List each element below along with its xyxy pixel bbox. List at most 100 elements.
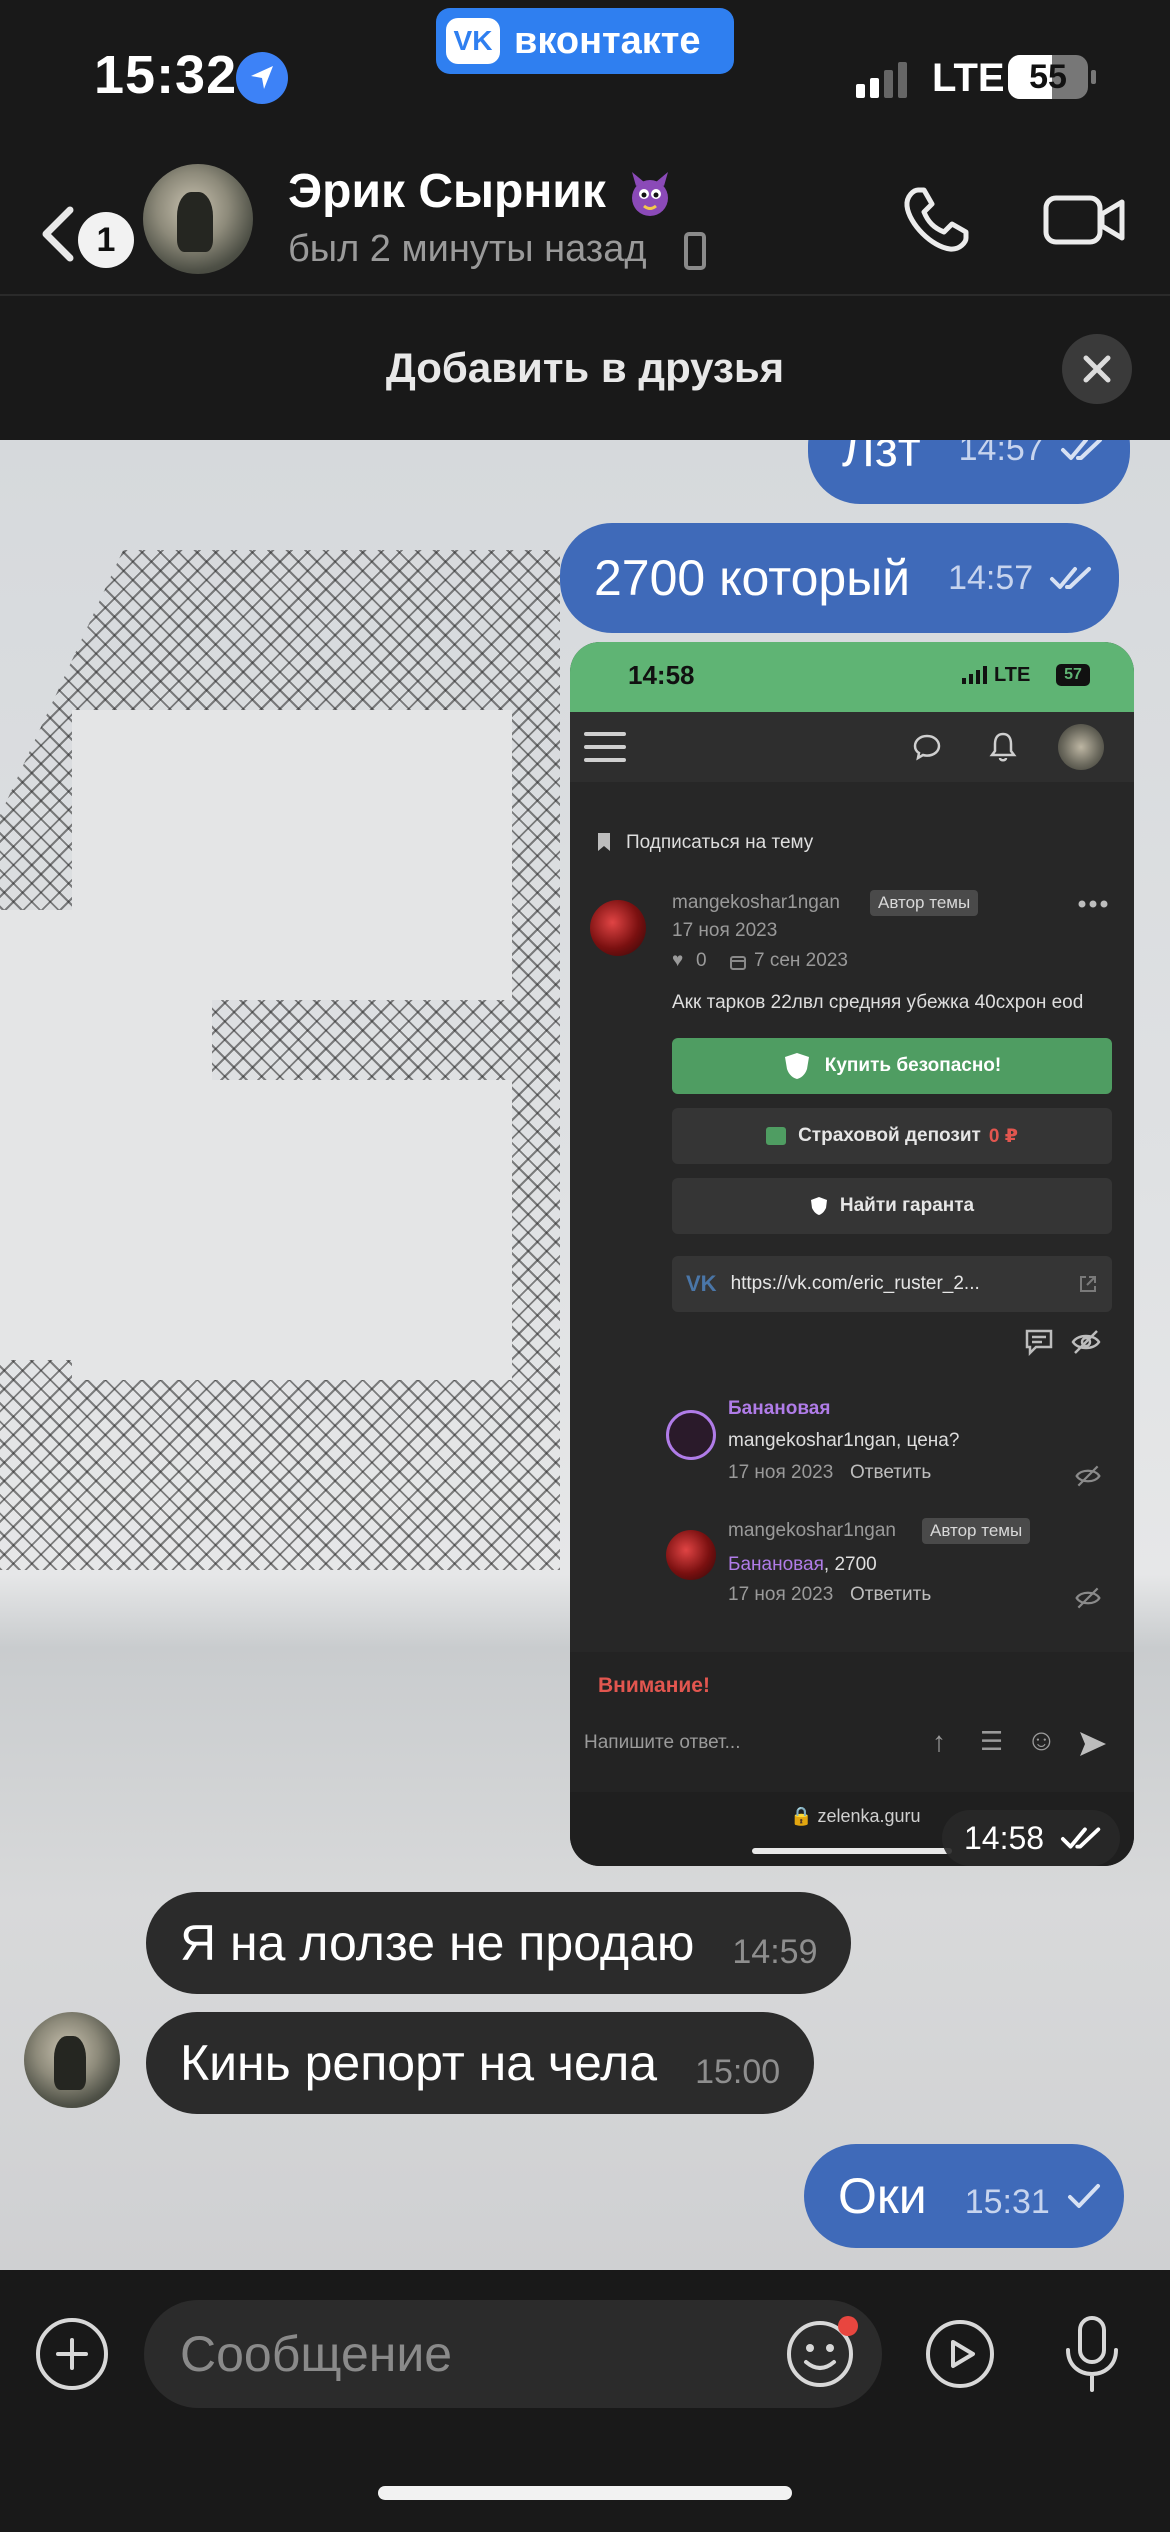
banner-close-button[interactable]	[1062, 334, 1132, 404]
call-icon	[904, 187, 969, 252]
close-icon	[1083, 355, 1111, 383]
message-time: 14:57	[948, 558, 1034, 597]
comment-text: Банановая, 2700	[728, 1554, 877, 1576]
forum-user-avatar	[1058, 724, 1104, 770]
lock-icon: 🔒	[790, 1806, 813, 1826]
message-bubble-in[interactable]: Кинь репорт на чела 15:00	[146, 2012, 815, 2114]
wallpaper-panel	[212, 1220, 512, 1380]
location-arrow-icon	[236, 52, 288, 104]
shield-icon	[784, 1053, 809, 1079]
vk-link-text: https://vk.com/eric_ruster_2...	[730, 1273, 980, 1294]
message-bubble-in[interactable]: Я на лолзе не продаю 14:59	[146, 1892, 852, 1994]
call-button[interactable]	[896, 180, 976, 260]
chat-header: 1 Эрик Сырник был 2 минуты назад	[0, 150, 1170, 296]
comment-date: 17 ноя 2023	[728, 1462, 834, 1483]
list-icon: ☰	[980, 1726, 1004, 1756]
message-time: 14:57	[958, 440, 1044, 468]
hide-icon	[1075, 1587, 1101, 1609]
video-call-button[interactable]	[1040, 180, 1130, 260]
attach-button[interactable]	[36, 2318, 108, 2390]
microphone-button[interactable]	[1056, 2312, 1128, 2396]
deposit-label: Страховой депозит	[798, 1125, 981, 1146]
deposit-value: 0 ₽	[988, 1125, 1018, 1147]
author-avatar	[590, 900, 646, 956]
sender-avatar[interactable]	[24, 2012, 120, 2108]
warning-text: Внимание!	[598, 1674, 710, 1697]
comment-reply: Ответить	[850, 1462, 932, 1483]
calendar-icon	[730, 956, 746, 970]
bookmark-icon	[598, 833, 610, 851]
signal-icon	[856, 62, 907, 98]
reply-placeholder: Напишите ответ...	[584, 1732, 741, 1753]
comment-author: mangekoshar1ngan	[728, 1520, 896, 1541]
unread-badge: 1	[78, 212, 134, 268]
edit-date: 7 сен 2023	[754, 950, 848, 971]
chat-area[interactable]: Лзт 14:57 2700 который 14:57 14:58 LTE 5…	[0, 440, 1170, 2270]
home-indicator	[752, 1848, 952, 1854]
domain-text: 🔒 zelenka.guru	[790, 1806, 921, 1827]
video-icon	[1043, 195, 1125, 245]
upload-icon: ↑	[932, 1726, 946, 1757]
app-pill[interactable]: VK вконтакте	[436, 8, 734, 74]
message-input[interactable]	[144, 2300, 882, 2408]
sent-check-icon	[1067, 2184, 1100, 2208]
deposit-icon	[766, 1127, 787, 1145]
comment-reply: Ответить	[850, 1584, 932, 1605]
forum-thread: Подписаться на тему mangekoshar1ngan Авт…	[570, 782, 1134, 1792]
shield-icon	[810, 1197, 827, 1215]
avatar[interactable]	[143, 164, 253, 274]
comment-body: , 2700	[823, 1554, 877, 1575]
domain-label: zelenka.guru	[817, 1806, 921, 1826]
message-text: 2700 который	[594, 550, 911, 606]
author-tag: Автор темы	[870, 890, 979, 916]
network-label: LTE	[932, 56, 1005, 100]
home-indicator	[378, 2486, 792, 2500]
buy-safely-label: Купить безопасно!	[824, 1055, 1002, 1076]
vk-logo-icon: VK	[446, 18, 500, 64]
composer-bar	[0, 2270, 1170, 2532]
comment-icon	[1025, 1329, 1053, 1356]
read-double-check-icon	[1061, 1827, 1101, 1849]
message-bubble-out[interactable]: Оки 15:31	[804, 2144, 1124, 2248]
find-guarantor-button: Найти гаранта	[672, 1178, 1112, 1234]
more-icon	[1078, 900, 1108, 908]
buy-safely-button: Купить безопасно!	[672, 1038, 1112, 1094]
back-button[interactable]: 1	[30, 198, 134, 268]
like-icon: ♥	[672, 950, 684, 971]
subscribe-link: Подписаться на тему	[626, 832, 814, 853]
likes-count: 0	[696, 950, 707, 971]
message-bubble-out[interactable]: Лзт 14:57	[808, 440, 1130, 504]
message-text: Я на лолзе не продаю	[180, 1915, 695, 1971]
battery-icon: 55	[1008, 55, 1088, 99]
commenter-avatar	[666, 1410, 716, 1460]
read-double-check-icon	[1050, 567, 1092, 589]
wallpaper-panel	[72, 1080, 512, 1220]
hide-icon	[1075, 1465, 1101, 1487]
comment-body: , цена?	[895, 1430, 960, 1451]
author-tag: Автор темы	[922, 1518, 1031, 1544]
contact-status: был 2 минуты назад	[288, 228, 647, 270]
screenshot-network: LTE	[994, 664, 1031, 686]
message-time: 14:58	[964, 1819, 1045, 1856]
comment-mention: mangekoshar1ngan	[728, 1430, 896, 1451]
read-double-check-icon	[1060, 440, 1102, 460]
wallpaper-panel	[72, 710, 512, 1000]
status-time: 15:32	[94, 45, 238, 105]
message-bubble-out[interactable]: 2700 который 14:57	[560, 523, 1120, 633]
image-message[interactable]: 14:58 LTE 57 Подписаться на тему mangeko…	[570, 642, 1134, 1866]
vk-logo-icon: VK	[686, 1271, 717, 1296]
post-author: mangekoshar1ngan	[672, 892, 840, 913]
message-text: Лзт	[842, 440, 921, 477]
video-message-button[interactable]	[924, 2318, 996, 2390]
app-pill-label: вконтакте	[514, 19, 701, 62]
add-friend-button[interactable]: Добавить в друзья	[0, 344, 1170, 392]
commenter-avatar	[666, 1530, 716, 1580]
notification-dot	[838, 2316, 858, 2336]
message-time: 15:00	[695, 2052, 781, 2091]
screenshot-battery: 57	[1056, 664, 1090, 686]
chat-icon	[913, 734, 941, 761]
status-bar: 15:32 VK вконтакте LTE 55	[0, 0, 1170, 150]
screenshot-time: 14:58	[628, 660, 695, 690]
contact-name[interactable]: Эрик Сырник	[288, 164, 606, 219]
smile-icon: ☺	[1026, 1724, 1057, 1757]
